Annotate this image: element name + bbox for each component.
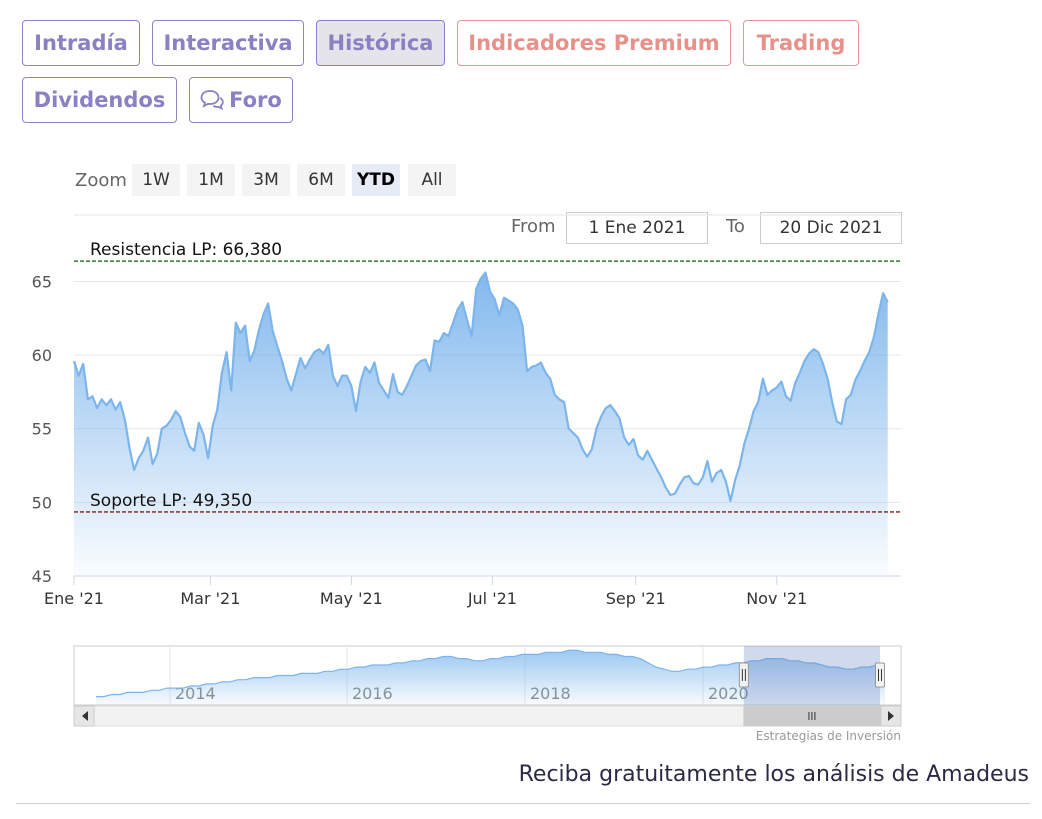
x-tick-label: Mar '21 bbox=[180, 589, 240, 608]
navigator-area bbox=[96, 650, 885, 705]
range-from-input[interactable]: 1 Ene 2021 bbox=[566, 212, 708, 244]
arrow-left-icon bbox=[82, 711, 88, 721]
navigator-left-handle[interactable] bbox=[738, 662, 749, 688]
navigator-year-label: 2020 bbox=[708, 684, 749, 703]
zoom-all-button[interactable]: All bbox=[408, 164, 456, 196]
zoom-3m-button[interactable]: 3M bbox=[242, 164, 290, 196]
support-label: Soporte LP: 49,350 bbox=[90, 491, 252, 511]
y-tick-label: 50 bbox=[32, 493, 52, 512]
zoom-1w-button[interactable]: 1W bbox=[132, 164, 180, 196]
range-to-input[interactable]: 20 Dic 2021 bbox=[760, 212, 902, 244]
range-to-label: To bbox=[726, 216, 745, 237]
chart-credits[interactable]: Estrategias de Inversión bbox=[700, 729, 901, 743]
zoom-ytd-button[interactable]: YTD bbox=[352, 164, 400, 196]
zoom-6m-button[interactable]: 6M bbox=[297, 164, 345, 196]
tab-label: Trading bbox=[756, 31, 846, 55]
divider bbox=[16, 803, 1030, 804]
navigator-year-label: 2016 bbox=[352, 684, 393, 703]
tab-label: Histórica bbox=[327, 31, 434, 55]
navigator-line bbox=[96, 649, 885, 698]
price-line bbox=[72, 271, 889, 502]
x-tick-label: Ene '21 bbox=[44, 589, 104, 608]
scrollbar-thumb[interactable] bbox=[743, 705, 881, 727]
analysis-cta-link[interactable]: Reciba gratuitamente los análisis de Ama… bbox=[480, 762, 1029, 787]
tab-foro[interactable]: Foro bbox=[189, 77, 293, 123]
navigator-year-label: 2018 bbox=[530, 684, 571, 703]
y-tick-label: 60 bbox=[32, 346, 52, 365]
chat-bubbles-icon bbox=[200, 90, 224, 111]
navigator-right-handle[interactable] bbox=[875, 662, 885, 688]
tab-indicadores-premium[interactable]: Indicadores Premium bbox=[457, 20, 731, 66]
navigator-selection bbox=[743, 646, 880, 705]
zoom-1m-button[interactable]: 1M bbox=[187, 164, 235, 196]
range-from-label: From bbox=[511, 216, 556, 237]
tab-label: Indicadores Premium bbox=[468, 31, 720, 55]
scrollbar-left-button[interactable] bbox=[73, 705, 95, 727]
tab-intradia[interactable]: Intradía bbox=[22, 20, 140, 66]
tab-label: Foro bbox=[229, 88, 282, 112]
y-tick-label: 65 bbox=[32, 272, 52, 291]
y-tick-label: 45 bbox=[32, 567, 52, 586]
tab-label: Dividendos bbox=[33, 88, 166, 112]
resistance-label: Resistencia LP: 66,380 bbox=[90, 240, 282, 260]
scrollbar-track[interactable] bbox=[73, 705, 902, 727]
price-area-fill bbox=[74, 272, 888, 576]
tab-historica[interactable]: Histórica bbox=[316, 20, 445, 66]
tab-label: Interactiva bbox=[163, 31, 293, 55]
arrow-right-icon bbox=[888, 711, 894, 721]
tab-interactiva[interactable]: Interactiva bbox=[152, 20, 304, 66]
tab-trading[interactable]: Trading bbox=[743, 20, 859, 66]
zoom-label: Zoom bbox=[75, 170, 127, 191]
x-tick-label: Sep '21 bbox=[606, 589, 666, 608]
navigator-year-label: 2014 bbox=[175, 684, 216, 703]
x-tick-label: Jul '21 bbox=[467, 589, 517, 608]
x-tick-label: Nov '21 bbox=[746, 589, 807, 608]
tab-dividendos[interactable]: Dividendos bbox=[22, 77, 177, 123]
tab-label: Intradía bbox=[34, 31, 128, 55]
x-tick-label: May '21 bbox=[320, 589, 383, 608]
y-tick-label: 55 bbox=[32, 420, 52, 439]
scrollbar-right-button[interactable] bbox=[880, 705, 902, 727]
navigator-frame bbox=[73, 645, 902, 706]
